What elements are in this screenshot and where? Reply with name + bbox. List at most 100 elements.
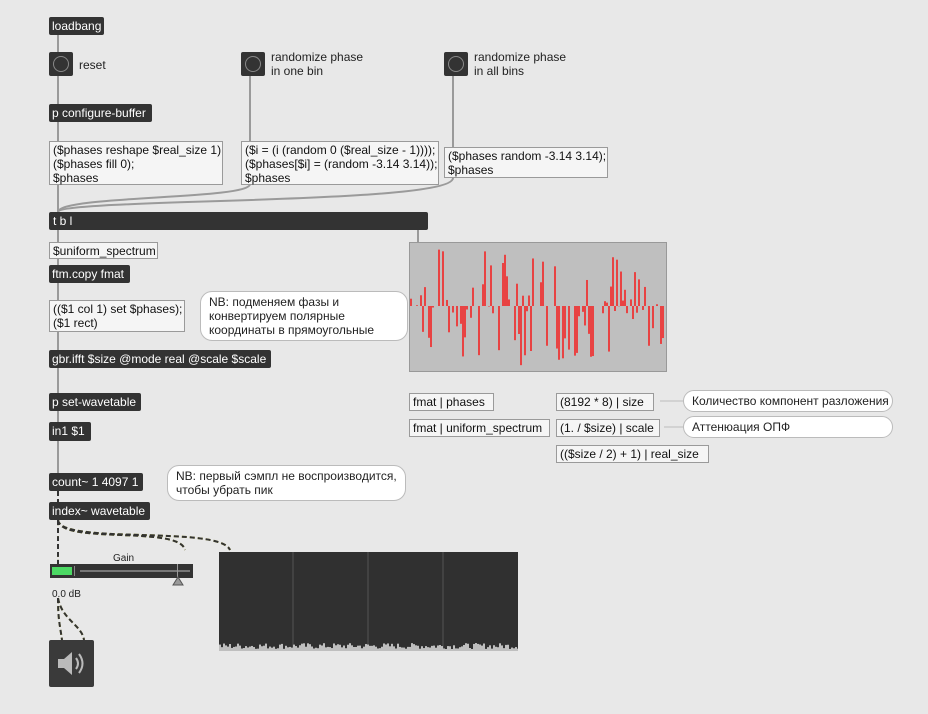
spectrum-bin xyxy=(359,645,361,651)
spectrum-bin xyxy=(387,643,389,651)
spectrum-bin xyxy=(517,648,519,651)
spectrum-bin xyxy=(509,648,511,651)
spectrum-bin xyxy=(423,648,425,651)
spectrum-bin xyxy=(465,643,467,651)
random-all-message[interactable]: ($phases random -3.14 3.14); $phases xyxy=(444,147,608,178)
spectrum-bin xyxy=(405,648,407,651)
size-object[interactable]: (8192 * 8) | size xyxy=(556,393,654,411)
spectrum-bin xyxy=(259,644,261,651)
spectrum-bin xyxy=(507,644,509,651)
spectrum-bin xyxy=(241,648,243,651)
configure-buffer-object[interactable]: p configure-buffer xyxy=(49,104,152,122)
gain-value: 0.0 dB xyxy=(52,589,81,600)
uniform-spectrum-message[interactable]: $uniform_spectrum xyxy=(49,242,158,259)
spectrum-bin xyxy=(313,648,315,651)
fmat-phases-object[interactable]: fmat | phases xyxy=(409,393,494,411)
spectrum-bin xyxy=(331,648,333,651)
scale-object[interactable]: (1. / $size) | scale xyxy=(556,419,660,437)
spectrum-bin xyxy=(325,647,327,651)
spectrum-bin xyxy=(499,643,501,651)
spectrum-bin xyxy=(317,648,319,651)
spectrum-bin xyxy=(375,646,377,651)
spectrum-bin xyxy=(373,645,375,651)
fmat-uniform-object[interactable]: fmat | uniform_spectrum xyxy=(409,419,550,437)
randomize-all-bang-button[interactable] xyxy=(444,52,468,76)
spectrum-bin xyxy=(513,648,515,651)
real-size-object[interactable]: (($size / 2) + 1) | real_size xyxy=(556,445,709,463)
spectrum-bin xyxy=(247,647,249,651)
spectrum-bin xyxy=(225,645,227,651)
spectrum-bin xyxy=(311,646,313,651)
spectrum-bin xyxy=(443,648,445,651)
randomize-one-bang-button[interactable] xyxy=(241,52,265,76)
spectrum-bin xyxy=(491,648,493,651)
spectrum-bin xyxy=(279,644,281,651)
trigger-object[interactable]: t b l xyxy=(49,212,428,230)
spectrum-bin xyxy=(501,645,503,651)
spectrum-bin xyxy=(327,646,329,651)
spectrum-bin xyxy=(455,648,457,651)
spectrum-bin xyxy=(503,648,505,651)
dac-speaker-button[interactable] xyxy=(49,640,94,687)
spectrum-bin xyxy=(479,644,481,651)
spectrum-bin xyxy=(251,645,253,651)
spectrum-bin xyxy=(447,646,449,651)
reset-bang-button[interactable] xyxy=(49,52,73,76)
spectrum-bin xyxy=(381,646,383,651)
spectrum-bin xyxy=(299,645,301,651)
spectrum-bin xyxy=(367,644,369,651)
spectrum-bin xyxy=(511,647,513,651)
spectrum-bin xyxy=(233,646,235,651)
randomize-all-label: randomize phase in all bins xyxy=(474,50,567,78)
set-wavetable-object[interactable]: p set-wavetable xyxy=(49,393,141,411)
spectrum-bin xyxy=(469,647,471,651)
spectrum-bin xyxy=(379,648,381,651)
spectrum-bin xyxy=(221,647,223,651)
gain-handle-icon[interactable] xyxy=(172,576,184,586)
spectrum-bin xyxy=(421,646,423,651)
spectrum-bin xyxy=(253,647,255,651)
nb-phases-comment: NB: подменяем фазы и конвертируем полярн… xyxy=(200,291,408,341)
spectrum-bin xyxy=(305,646,307,651)
spectrum-bin xyxy=(471,648,473,651)
count-object[interactable]: count~ 1 4097 1 xyxy=(49,473,143,491)
spectrum-bin xyxy=(459,647,461,651)
spectrum-bin xyxy=(343,645,345,651)
spectrum-bin xyxy=(345,648,347,651)
spectrum-bin xyxy=(401,647,403,651)
phases-bars xyxy=(410,249,664,366)
spectrum-bin xyxy=(403,647,405,651)
spectrum-bin xyxy=(255,648,257,651)
random-one-message[interactable]: ($i = (i (random 0 ($real_size - 1)))); … xyxy=(241,141,439,185)
spectrum-bin xyxy=(467,643,469,651)
spectrum-bin xyxy=(351,645,353,651)
spectrum-bin xyxy=(341,647,343,651)
spectrum-bin xyxy=(427,647,429,651)
spectrum-bin xyxy=(497,647,499,651)
spectrum-bin xyxy=(291,647,293,651)
scale-note: Аттенюация ОПФ xyxy=(683,416,893,438)
loadbang-object[interactable]: loadbang xyxy=(49,17,104,35)
reset-label: reset xyxy=(79,58,106,72)
ifft-object[interactable]: gbr.ifft $size @mode real @scale $scale xyxy=(49,350,271,368)
spectrum-bin xyxy=(417,645,419,651)
spectrum-bin xyxy=(231,647,233,651)
spectrum-bin xyxy=(249,646,251,651)
spectrum-bin xyxy=(297,647,299,651)
spectroscope-display[interactable] xyxy=(219,552,519,651)
spectrum-bin xyxy=(361,648,363,651)
spectroscope-grid xyxy=(219,552,519,651)
index-object[interactable]: index~ wavetable xyxy=(49,502,150,520)
spectrum-bin xyxy=(349,643,351,651)
in1-message[interactable]: in1 $1 xyxy=(49,422,91,441)
nb-count-comment: NB: первый сэмпл не воспроизводится, что… xyxy=(167,465,406,501)
spectrum-bin xyxy=(419,648,421,651)
spectrum-bin xyxy=(281,643,283,651)
spectrum-bin xyxy=(285,645,287,651)
spectrum-bin xyxy=(493,645,495,651)
ftm-copy-object[interactable]: ftm.copy fmat xyxy=(49,265,130,283)
set-phases-message[interactable]: (($1 col 1) set $phases); ($1 rect) xyxy=(49,300,185,332)
spectrum-bin xyxy=(319,644,321,651)
reshape-message[interactable]: ($phases reshape $real_size 1) ($phases … xyxy=(49,141,223,185)
phases-display[interactable] xyxy=(409,242,667,372)
